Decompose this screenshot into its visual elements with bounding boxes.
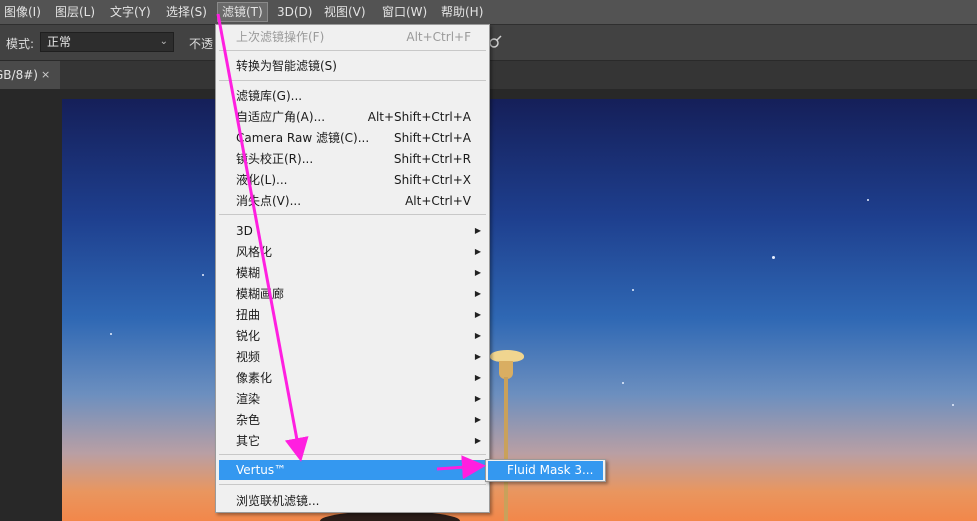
menu-item-label: 杂色	[236, 413, 261, 427]
menu-item-vertus[interactable]: Vertus™	[219, 460, 486, 480]
menu-layer[interactable]: 图层(L)	[51, 3, 99, 21]
document-tab[interactable]: GB/8#) ×	[0, 61, 60, 89]
triangle-right-icon: ▶	[474, 331, 481, 340]
menu-item-label: 液化(L)...	[236, 173, 288, 187]
menu-item-filter-gallery[interactable]: 滤镜库(G)...	[219, 86, 486, 106]
triangle-right-icon: ▶	[474, 310, 481, 319]
menu-item-label: 镜头校正(R)...	[236, 152, 314, 166]
menu-item-label: 滤镜库(G)...	[236, 89, 303, 103]
menu-item-submenu-render[interactable]: 渲染 ▶	[219, 389, 486, 409]
menu-item-submenu-sharpen[interactable]: 锐化 ▶	[219, 326, 486, 346]
triangle-right-icon: ▶	[474, 373, 481, 382]
star	[952, 404, 954, 406]
menu-item-label: 上次滤镜操作(F)	[236, 30, 325, 44]
menu-item-label: Fluid Mask 3...	[507, 463, 594, 477]
triangle-right-icon: ▶	[474, 415, 481, 424]
menu-item-browse-online-filters[interactable]: 浏览联机滤镜...	[219, 491, 486, 511]
menu-image[interactable]: 图像(I)	[0, 3, 45, 21]
menu-item-submenu-other[interactable]: 其它 ▶	[219, 431, 486, 451]
chevron-down-icon: ⌄	[159, 36, 168, 47]
menu-item-label: 消失点(V)...	[236, 194, 302, 208]
mode-label: 模式:	[6, 37, 35, 51]
menu-item-label: 3D	[236, 224, 253, 238]
menu-item-last-filter[interactable]: 上次滤镜操作(F) Alt+Ctrl+F	[219, 27, 486, 47]
menu-item-shortcut: Shift+Ctrl+R	[393, 152, 471, 166]
menu-3d[interactable]: 3D(D)	[273, 3, 316, 21]
menu-bar: 图像(I) 图层(L) 文字(Y) 选择(S) 滤镜(T) 3D(D) 视图(V…	[0, 0, 977, 25]
triangle-right-icon: ▶	[474, 394, 481, 403]
star	[202, 274, 204, 276]
triangle-right-icon: ▶	[474, 226, 481, 235]
menu-item-convert-smart-filter[interactable]: 转换为智能滤镜(S)	[219, 56, 486, 76]
star	[772, 256, 775, 259]
menu-item-submenu-blur-gallery[interactable]: 模糊画廊 ▶	[219, 284, 486, 304]
menu-item-adaptive-wide-angle[interactable]: 自适应广角(A)... Alt+Shift+Ctrl+A	[219, 107, 486, 127]
star	[867, 199, 869, 201]
star	[110, 333, 112, 335]
menu-item-label: 转换为智能滤镜(S)	[236, 59, 337, 73]
menu-item-camera-raw[interactable]: Camera Raw 滤镜(C)... Shift+Ctrl+A	[219, 128, 486, 148]
menu-item-label: Camera Raw 滤镜(C)...	[236, 131, 370, 145]
triangle-right-icon: ▶	[474, 352, 481, 361]
menu-item-submenu-distort[interactable]: 扭曲 ▶	[219, 305, 486, 325]
menu-item-submenu-3d[interactable]: 3D ▶	[219, 221, 486, 241]
menu-select[interactable]: 选择(S)	[162, 3, 211, 21]
document-tab-label: GB/8#)	[0, 68, 38, 82]
menu-item-label: 锐化	[236, 329, 261, 343]
menu-item-shortcut: Alt+Shift+Ctrl+A	[367, 110, 471, 124]
menu-item-label: 其它	[236, 434, 261, 448]
menu-item-shortcut: Alt+Ctrl+V	[405, 194, 471, 208]
menu-item-label: 浏览联机滤镜...	[236, 494, 320, 508]
menu-separator	[219, 214, 486, 215]
menu-separator	[219, 484, 486, 485]
mode-select[interactable]: 正常 ⌄	[40, 32, 174, 52]
vertus-submenu: Fluid Mask 3...	[485, 459, 606, 482]
menu-item-shortcut: Shift+Ctrl+A	[394, 131, 471, 145]
street-lamp-pole	[504, 377, 508, 521]
menu-window[interactable]: 窗口(W)	[378, 3, 431, 21]
menu-item-shortcut: Shift+Ctrl+X	[394, 173, 471, 187]
close-icon[interactable]: ×	[41, 61, 50, 89]
menu-item-lens-correction[interactable]: 镜头校正(R)... Shift+Ctrl+R	[219, 149, 486, 169]
menu-item-label: 视频	[236, 350, 261, 364]
document-image[interactable]	[62, 99, 977, 521]
menu-separator	[219, 454, 486, 455]
menu-item-label: 渲染	[236, 392, 261, 406]
menu-separator	[219, 80, 486, 81]
menu-item-label: 像素化	[236, 371, 273, 385]
menu-item-label: 风格化	[236, 245, 273, 259]
menu-item-submenu-blur[interactable]: 模糊 ▶	[219, 263, 486, 283]
triangle-right-icon: ▶	[474, 247, 481, 256]
menu-item-label: 模糊画廊	[236, 287, 285, 301]
menu-filter[interactable]: 滤镜(T)	[217, 2, 268, 22]
menu-item-label: 自适应广角(A)...	[236, 110, 326, 124]
triangle-right-icon: ▶	[474, 268, 481, 277]
menu-item-label: 扭曲	[236, 308, 261, 322]
menu-item-shortcut: Alt+Ctrl+F	[406, 30, 471, 44]
menu-item-submenu-stylize[interactable]: 风格化 ▶	[219, 242, 486, 262]
menu-item-fluid-mask[interactable]: Fluid Mask 3...	[488, 461, 603, 480]
menu-type[interactable]: 文字(Y)	[106, 3, 155, 21]
menu-item-label: Vertus™	[236, 463, 287, 477]
menu-item-submenu-video[interactable]: 视频 ▶	[219, 347, 486, 367]
menu-separator	[219, 50, 486, 51]
menu-item-vanishing-point[interactable]: 消失点(V)... Alt+Ctrl+V	[219, 191, 486, 211]
star	[622, 382, 624, 384]
menu-view[interactable]: 视图(V)	[320, 3, 370, 21]
filter-menu-dropdown: 上次滤镜操作(F) Alt+Ctrl+F 转换为智能滤镜(S) 滤镜库(G)..…	[215, 24, 490, 513]
triangle-right-icon: ▶	[474, 289, 481, 298]
mode-value: 正常	[47, 35, 72, 49]
menu-item-label: 模糊	[236, 266, 261, 280]
menu-item-submenu-pixelate[interactable]: 像素化 ▶	[219, 368, 486, 388]
menu-item-submenu-noise[interactable]: 杂色 ▶	[219, 410, 486, 430]
star	[632, 289, 634, 291]
triangle-right-icon: ▶	[474, 436, 481, 445]
opacity-label: 不透明度	[189, 37, 213, 51]
menu-help[interactable]: 帮助(H)	[437, 3, 487, 21]
menu-item-liquify[interactable]: 液化(L)... Shift+Ctrl+X	[219, 170, 486, 190]
